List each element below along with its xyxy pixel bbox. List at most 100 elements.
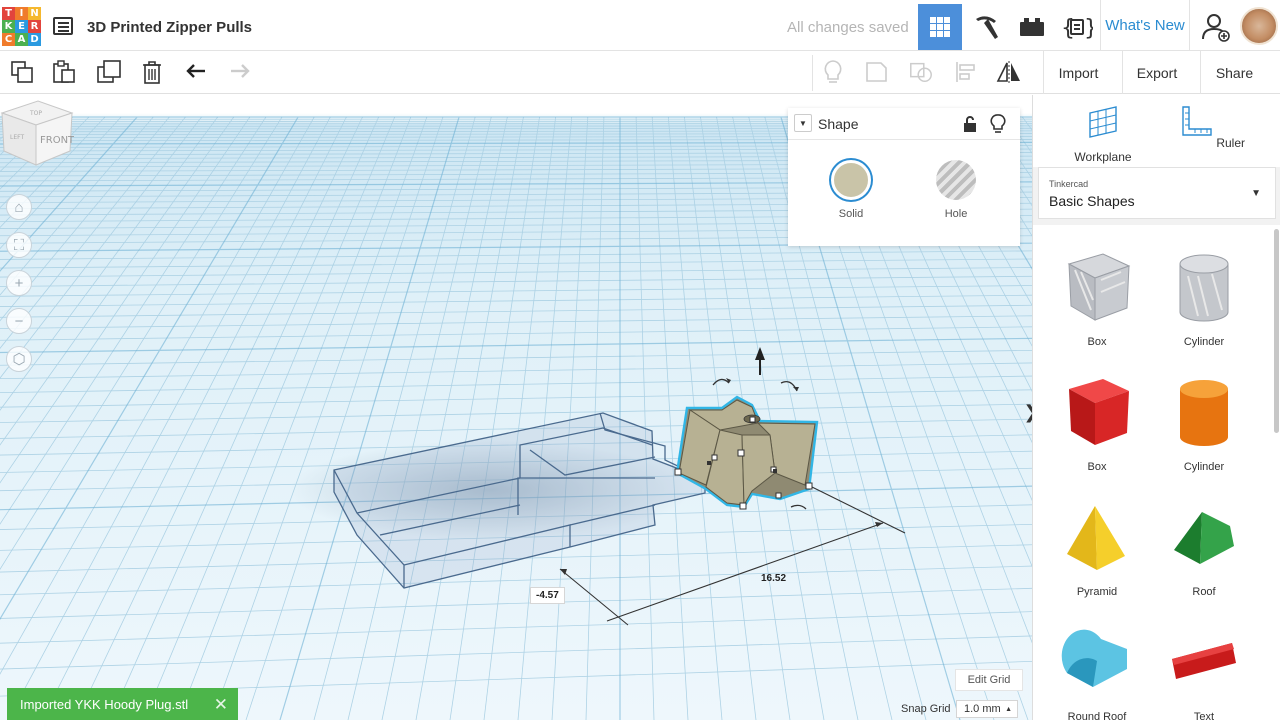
view-cube-front-label: FRONT (40, 135, 74, 146)
shape-round-roof[interactable]: Round Roof (1049, 625, 1145, 720)
align-button[interactable] (953, 59, 979, 85)
whats-new-link[interactable]: What's New (1100, 0, 1190, 51)
ortho-view-button[interactable]: ⬡ (6, 346, 32, 372)
minus-icon: − (14, 312, 24, 330)
logo-letter: I (15, 7, 28, 20)
logo-letter: K (2, 20, 15, 33)
view-cube-left-label: LEFT (10, 134, 24, 141)
fit-view-button[interactable]: ⛶ (6, 232, 32, 258)
snap-grid-value: 1.0 mm (964, 703, 1001, 715)
grid-icon (930, 17, 950, 37)
duplicate-icon (97, 60, 121, 83)
shape-roof[interactable]: Roof (1156, 500, 1252, 598)
logo-letter: C (2, 33, 15, 46)
add-user-button[interactable] (1194, 4, 1238, 50)
cube-icon: ⬡ (12, 351, 26, 368)
inspector-collapse-button[interactable]: ▼ (794, 114, 812, 132)
shape-label: Cylinder (1183, 461, 1225, 473)
inspector-title: Shape (818, 116, 859, 132)
copy-icon (11, 61, 33, 83)
logo-letter: T (2, 7, 15, 20)
design-list-icon[interactable] (53, 17, 73, 35)
inspector-header: ▼ Shape (788, 108, 1020, 140)
brick-icon (1020, 18, 1044, 36)
zoom-in-button[interactable]: + (6, 270, 32, 296)
edit-toolbar: Import Export Share (0, 51, 1280, 94)
tinkercad-logo[interactable]: TINKERCAD (2, 7, 42, 47)
home-view-button[interactable]: ⌂ (6, 194, 32, 220)
paste-button[interactable] (51, 59, 77, 85)
notes-button[interactable] (820, 59, 846, 85)
shape-list-scrollbar[interactable] (1274, 229, 1279, 433)
delete-button[interactable] (139, 59, 165, 85)
hole-swatch[interactable] (936, 160, 976, 200)
logo-letter: E (15, 20, 28, 33)
user-avatar[interactable] (1240, 7, 1278, 45)
shape-box[interactable]: Box (1049, 375, 1145, 473)
align-icon (956, 62, 975, 82)
box-hole-icon (1067, 253, 1131, 321)
project-title[interactable]: 3D Printed Zipper Pulls (87, 19, 252, 36)
add-user-icon (1202, 14, 1230, 42)
ruler-label: Ruler (1216, 136, 1246, 150)
logo-letter: N (28, 7, 41, 20)
ungroup-button[interactable] (908, 59, 934, 85)
duplicate-button[interactable] (96, 59, 122, 85)
mirror-button[interactable] (996, 59, 1022, 85)
lock-icon[interactable] (962, 115, 978, 133)
solid-color-swatch[interactable] (831, 160, 871, 200)
shape-label: Box (1087, 336, 1107, 348)
redo-button[interactable] (226, 59, 252, 85)
workplane-icon (1089, 106, 1117, 138)
3d-view-button[interactable] (918, 4, 962, 50)
category-value: Basic Shapes (1049, 193, 1135, 209)
shape-text[interactable]: Text (1156, 625, 1252, 720)
cylinder-hole-icon (1179, 254, 1229, 322)
dimension-length-value[interactable]: 16.52 (755, 571, 792, 586)
caret-updown-icon: ▲ (1005, 706, 1012, 713)
snap-grid-select[interactable]: 1.0 mm ▲ (956, 700, 1018, 718)
shape-pyramid[interactable]: Pyramid (1049, 500, 1145, 598)
shape-label: Cylinder (1183, 336, 1225, 348)
panel-tools: Workplane Ruler (1033, 95, 1280, 167)
edit-grid-button[interactable]: Edit Grid (955, 669, 1023, 691)
shape-inspector: ▼ Shape Solid Hole (788, 108, 1020, 246)
redo-icon (231, 64, 250, 78)
import-button[interactable]: Import (1043, 51, 1113, 94)
mirror-icon (996, 61, 1020, 83)
dimension-x-value[interactable]: -4.57 (530, 587, 565, 604)
lightbulb-icon[interactable] (990, 114, 1006, 134)
fit-icon: ⛶ (13, 236, 25, 254)
workplane-tool[interactable]: Workplane (1063, 105, 1143, 164)
trash-icon (143, 61, 161, 84)
shape-cylinder-hole[interactable]: Cylinder (1156, 250, 1252, 348)
pickaxe-icon (976, 16, 998, 39)
close-icon[interactable]: ✕ (214, 695, 228, 715)
bricks-mode-button[interactable] (1010, 4, 1054, 50)
ruler-tool[interactable]: Ruler (1172, 105, 1252, 150)
share-button[interactable]: Share (1200, 51, 1268, 94)
view-cube[interactable]: TOP LEFT FRONT (0, 95, 74, 169)
shape-list: Box Cylinder Box Cylinder Pyramid Roof R… (1033, 225, 1280, 720)
shape-cylinder[interactable]: Cylinder (1156, 375, 1252, 473)
hole-label: Hole (944, 208, 968, 220)
shape-category-select[interactable]: Tinkercad Basic Shapes ▼ (1038, 167, 1276, 219)
blocks-mode-button[interactable] (964, 4, 1008, 50)
zoom-out-button[interactable]: − (6, 308, 32, 334)
round-roof-icon (1061, 629, 1127, 687)
codeblocks-button[interactable]: { } (1055, 4, 1099, 50)
ungroup-icon (910, 62, 932, 83)
box-red-icon (1069, 379, 1129, 445)
copy-button[interactable] (9, 59, 35, 85)
caret-down-icon: ▼ (799, 118, 807, 128)
roof-icon (1174, 512, 1234, 564)
logo-letter: D (28, 33, 41, 46)
undo-button[interactable] (184, 59, 210, 85)
home-icon: ⌂ (14, 198, 24, 216)
cylinder-orange-icon (1180, 380, 1228, 446)
export-button[interactable]: Export (1122, 51, 1191, 94)
shape-label: Roof (1192, 586, 1216, 598)
undo-icon (186, 64, 205, 78)
shape-box-hole[interactable]: Box (1049, 250, 1145, 348)
group-button[interactable] (864, 59, 890, 85)
